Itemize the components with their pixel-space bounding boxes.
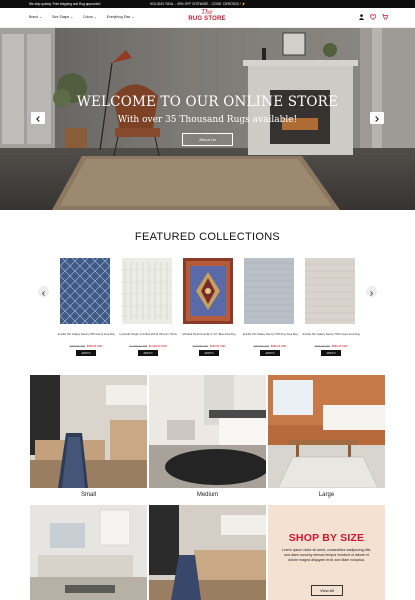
sale-price: $599.00 USD: [331, 345, 348, 348]
product-image[interactable]: [183, 258, 233, 324]
sale-price: $1,099.00 USD: [148, 345, 167, 348]
hero-prev-button[interactable]: [31, 112, 45, 124]
kitchen-photo: [149, 505, 266, 600]
hero-next-button[interactable]: [370, 112, 384, 124]
shop-by-size-title: SHOP BY SIZE: [288, 532, 365, 544]
product-image[interactable]: [122, 258, 172, 324]
product-image[interactable]: [59, 257, 111, 325]
nav-item-size-shape[interactable]: Size Shape ⌄: [52, 15, 73, 19]
nav-item-colors[interactable]: Colors ⌄: [83, 15, 97, 19]
nav-label: Everything Else: [106, 15, 131, 19]
shop-by-size-panel: SHOP BY SIZE Lorem ipsum dolor sit amet,…: [268, 505, 385, 600]
about-us-button[interactable]: About Us: [182, 133, 233, 146]
sale-price: $169.00 USD: [209, 345, 226, 348]
original-price: $499.00 USD: [253, 345, 270, 348]
add-to-cart-button[interactable]: ADD TO: [260, 350, 280, 356]
product-name[interactable]: Lymander Single 4 Ch Belt 10X13 Off-Ivor…: [119, 333, 177, 341]
small-label[interactable]: Small: [30, 492, 147, 498]
logo-name: RUG STORE: [188, 16, 226, 22]
nav-label: Size Shape: [51, 15, 70, 19]
hero-title: WELCOME TO OUR ONLINE STORE: [76, 94, 339, 110]
chevron-down-icon: ⌄: [93, 15, 97, 19]
product-prices: $1,299.00 USD $1,099.00 USD: [122, 345, 174, 348]
view-all-button[interactable]: View All: [311, 585, 343, 596]
header-icons: [359, 14, 388, 20]
promo-text[interactable]: HOLIDAY SEAL - 40% OFF SITEWIDE - CODE: …: [150, 2, 246, 6]
site-logo[interactable]: The RUG STORE: [188, 10, 226, 27]
product-card[interactable]: Jennifer Dirt Galaxy Saxony 5X8 Cream Ar…: [302, 258, 360, 356]
featured-collections-title: FEATURED COLLECTIONS: [134, 231, 281, 243]
large-label[interactable]: Large: [268, 492, 385, 498]
hero-banner: WELCOME TO OUR ONLINE STORE With over 35…: [0, 28, 415, 210]
add-to-cart-button[interactable]: ADD TO: [199, 350, 219, 356]
original-price: $199.00 USD: [192, 345, 209, 348]
nav-label: Brand: [29, 15, 39, 19]
original-price: $799.00 USD: [314, 345, 331, 348]
chevron-down-icon: ⌄: [131, 15, 135, 19]
cart-icon[interactable]: [382, 14, 388, 20]
chevron-right-icon: [375, 109, 379, 127]
announcement-left-text: We ship quickly. Free shipping and Rug a…: [29, 2, 101, 6]
kitchen-runner-image: [30, 375, 147, 488]
living-room-image[interactable]: [30, 505, 147, 600]
nav-item-brand[interactable]: Brand ⌄: [29, 15, 42, 19]
product-card[interactable]: Jennifer Dirt Galaxy Saxony 5X8 Cherry A…: [57, 257, 115, 356]
chevron-left-icon: [36, 109, 40, 127]
original-price: $499.00 USD: [69, 345, 86, 348]
product-card[interactable]: Mohawk Dinelt Guerrilly 2' 4x7' Blue Are…: [183, 258, 235, 356]
carousel-prev-button[interactable]: [38, 286, 49, 297]
medium-label[interactable]: Medium: [149, 492, 266, 498]
original-price: $1,299.00 USD: [129, 345, 148, 348]
chevron-down-icon: ⌄: [70, 15, 74, 19]
product-image[interactable]: [305, 258, 355, 324]
product-name[interactable]: Mohawk Dinelt Guerrilly 2' 4x7' Blue Are…: [180, 333, 238, 341]
large-size-image[interactable]: [268, 375, 385, 488]
chevron-right-icon: [370, 283, 373, 301]
shop-by-size-text: Lorem ipsum dolor sit amet, consectetur …: [281, 548, 372, 562]
medium-size-image[interactable]: [149, 375, 266, 488]
chevron-left-icon: [42, 283, 45, 301]
add-to-cart-button[interactable]: ADD TO: [321, 350, 341, 356]
main-nav: Brand ⌄ Size Shape ⌄ Colors ⌄ Everything El…: [29, 15, 134, 19]
site-header: Brand ⌄ Size Shape ⌄ Colors ⌄ Everything El…: [0, 8, 415, 28]
product-card[interactable]: Lymander Single 4 Ch Belt 10X13 Off-Ivor…: [119, 258, 177, 356]
sale-price: $299.00 USD: [270, 345, 287, 348]
product-prices: $499.00 USD $299.00 USD: [244, 345, 296, 348]
product-name[interactable]: Jennifer Dirt Galaxy Saxony 5X8 Grey Are…: [241, 333, 299, 341]
product-image[interactable]: [244, 258, 294, 324]
carousel-next-button[interactable]: [366, 286, 377, 297]
hero-subtitle: With over 35 Thousand Rugs available!: [117, 115, 298, 125]
dining-rug-image: [268, 375, 385, 488]
add-to-cart-button[interactable]: ADD TO: [138, 350, 158, 356]
kitchen-image[interactable]: [149, 505, 266, 600]
chevron-down-icon: ⌄: [39, 15, 42, 19]
product-card[interactable]: Jennifer Dirt Galaxy Saxony 5X8 Grey Are…: [241, 258, 299, 356]
add-to-cart-button[interactable]: ADD TO: [76, 350, 96, 356]
nav-item-everything-else[interactable]: Everything Else ⌄: [107, 15, 134, 19]
user-icon[interactable]: [359, 14, 364, 20]
living-room-photo: [30, 505, 147, 600]
bedroom-rug-image: [149, 375, 266, 488]
product-prices: $199.00 USD $169.00 USD: [183, 345, 235, 348]
product-prices: $799.00 USD $599.00 USD: [305, 345, 357, 348]
small-size-image[interactable]: [30, 375, 147, 488]
nav-label: Colors: [83, 15, 93, 19]
product-name[interactable]: Jennifer Dirt Galaxy Saxony 5X8 Cream Ar…: [302, 333, 360, 341]
heart-icon[interactable]: [370, 14, 376, 20]
product-name[interactable]: Jennifer Dirt Galaxy Saxony 5X8 Cherry A…: [57, 333, 115, 341]
sale-price: $299.00 USD: [86, 345, 103, 348]
announcement-bar: We ship quickly. Free shipping and Rug a…: [0, 0, 415, 8]
product-prices: $499.00 USD $299.00 USD: [60, 345, 112, 348]
